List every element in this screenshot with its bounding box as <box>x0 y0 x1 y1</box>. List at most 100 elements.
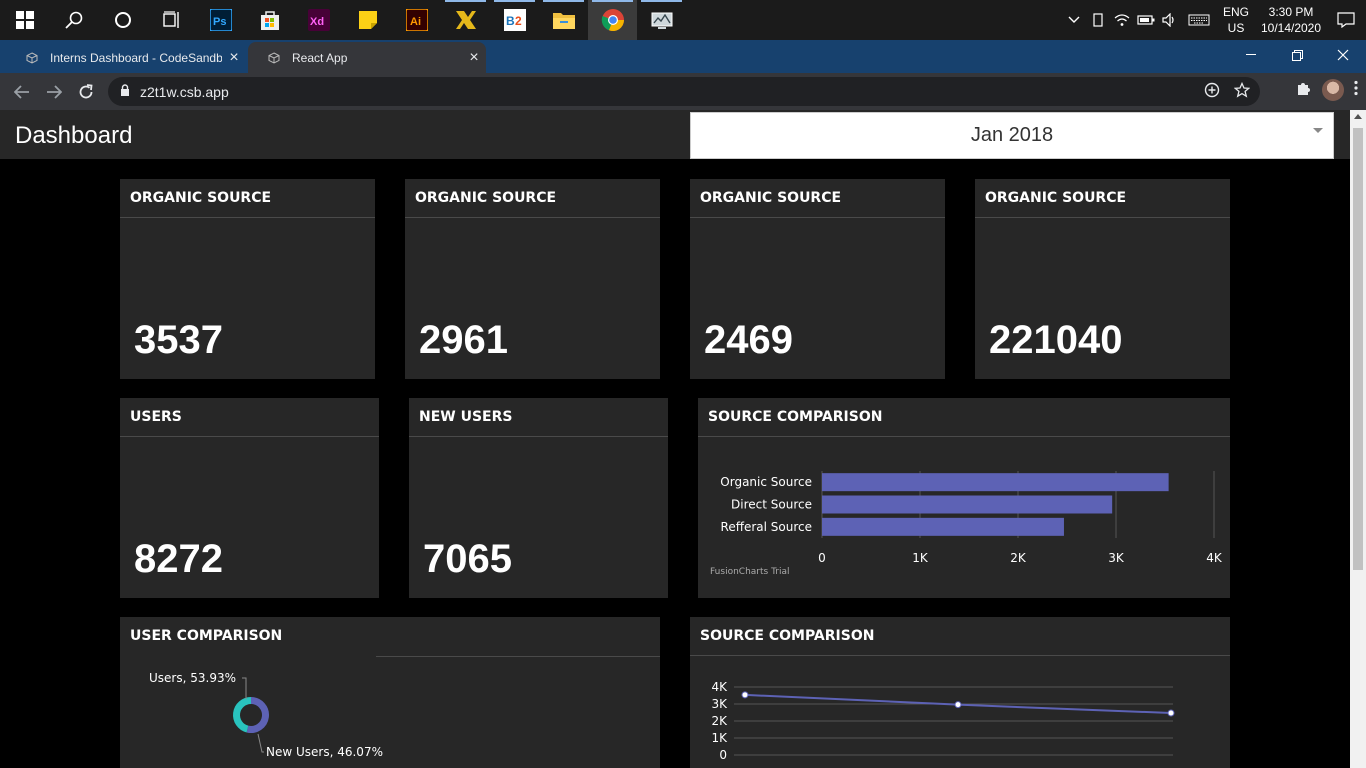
kpi-card: ORGANIC SOURCE 2469 <box>690 179 945 379</box>
data-point <box>1167 709 1175 717</box>
x-tick-label: 2K <box>1010 551 1027 565</box>
label-connector <box>242 677 247 699</box>
back-button[interactable] <box>6 76 38 108</box>
chart-card-title: SOURCE COMPARISON <box>698 398 1230 437</box>
battery-icon[interactable] <box>1134 0 1158 40</box>
kpi-value: 2961 <box>419 318 508 362</box>
forward-button[interactable] <box>38 76 70 108</box>
kpi-card: ORGANIC SOURCE 221040 <box>975 179 1230 379</box>
chevron-up-icon[interactable] <box>1062 0 1086 40</box>
codesandbox-favicon-icon <box>26 51 40 65</box>
category-label: Direct Source <box>731 498 812 512</box>
scrollbar-thumb[interactable] <box>1353 128 1363 570</box>
file-explorer-icon[interactable] <box>539 0 588 40</box>
svg-text:Ps: Ps <box>213 16 226 28</box>
tab-codesandbox[interactable]: Interns Dashboard - CodeSandbox × <box>6 42 246 73</box>
chart-card-title: USER COMPARISON <box>130 628 283 644</box>
store-icon[interactable] <box>245 0 294 40</box>
svg-text:Ai: Ai <box>410 16 421 28</box>
trial-watermark: FusionCharts Trial <box>710 567 789 577</box>
wifi-icon[interactable] <box>1110 0 1134 40</box>
tab-title: Interns Dashboard - CodeSandbox <box>50 50 222 65</box>
month-select[interactable]: Jan 2018 <box>690 112 1334 159</box>
search-icon[interactable] <box>49 0 98 40</box>
notifications-icon[interactable] <box>1326 0 1366 40</box>
language-code: ENG <box>1222 5 1249 19</box>
source-comparison-line-card: SOURCE COMPARISON 4K 3K 2K 1K 0 <box>690 617 1230 768</box>
page-title: Dashboard <box>15 122 133 149</box>
cortana-icon[interactable] <box>98 0 147 40</box>
kpi-value: 8272 <box>134 537 223 581</box>
reload-button[interactable] <box>70 76 102 108</box>
sticky-notes-icon[interactable] <box>343 0 392 40</box>
language-indicator[interactable]: ENG US <box>1216 4 1256 36</box>
photoshop-icon[interactable]: Ps <box>196 0 245 40</box>
close-tab-icon[interactable]: × <box>462 49 486 67</box>
chrome-icon[interactable] <box>588 0 637 40</box>
codesandbox-favicon-icon <box>268 51 282 65</box>
bar <box>822 517 1064 536</box>
users-card: USERS 8272 <box>120 398 379 598</box>
app-b2-icon[interactable]: B2 <box>490 0 539 40</box>
kpi-value: 7065 <box>423 537 512 581</box>
close-window-button[interactable] <box>1320 40 1366 70</box>
task-view-icon[interactable] <box>147 0 196 40</box>
kpi-card: ORGANIC SOURCE 3537 <box>120 179 375 379</box>
bar <box>822 495 1113 514</box>
clock[interactable]: 3:30 PM 10/14/2020 <box>1256 4 1326 36</box>
region-code: US <box>1227 21 1245 35</box>
kpi-card-title: ORGANIC SOURCE <box>690 179 945 218</box>
bar <box>822 473 1169 492</box>
dashboard-header: Dashboard Jan 2018 <box>0 110 1350 159</box>
lock-icon[interactable] <box>120 84 130 99</box>
doughnut-slice <box>233 697 252 733</box>
profile-avatar[interactable] <box>1322 79 1344 101</box>
source-comparison-bar-card: SOURCE COMPARISON 0 1K 2K 3K 4K Organic Sourc… <box>698 398 1230 598</box>
slice-label: Users, 53.93% <box>149 671 236 685</box>
windows-start-icon[interactable] <box>0 0 49 40</box>
volume-icon[interactable] <box>1158 0 1182 40</box>
close-tab-icon[interactable]: × <box>222 49 246 67</box>
kpi-card: ORGANIC SOURCE 2961 <box>405 179 660 379</box>
data-point <box>954 701 962 709</box>
restore-button[interactable] <box>1274 40 1320 70</box>
data-point <box>741 691 749 699</box>
slice-label: New Users, 46.07% <box>266 745 383 759</box>
chevron-down-icon[interactable] <box>1313 128 1323 133</box>
bookmark-star-icon[interactable] <box>1233 81 1251 103</box>
menu-kebab-icon[interactable] <box>1354 80 1358 101</box>
clock-date: 10/14/2020 <box>1260 21 1322 35</box>
clock-time: 3:30 PM <box>1268 5 1314 19</box>
scroll-up-icon[interactable] <box>1354 114 1362 119</box>
tab-react-app[interactable]: React App × <box>248 42 486 73</box>
windows-taskbar: Ps Xd Ai B2 ENG US 3:30 PM 10/14/2020 <box>0 0 1366 40</box>
tablet-icon[interactable] <box>1086 0 1110 40</box>
app-yellow-icon[interactable] <box>441 0 490 40</box>
svg-text:Xd: Xd <box>310 16 324 28</box>
y-tick-label: 3K <box>711 697 728 711</box>
kpi-card-title: USERS <box>120 398 379 437</box>
illustrator-icon[interactable]: Ai <box>392 0 441 40</box>
xd-icon[interactable]: Xd <box>294 0 343 40</box>
x-tick-label: 0 <box>818 551 826 565</box>
keyboard-icon[interactable] <box>1182 0 1216 40</box>
x-tick-label: 3K <box>1108 551 1125 565</box>
page-scrollbar[interactable] <box>1350 110 1366 768</box>
kpi-card-title: ORGANIC SOURCE <box>120 179 375 218</box>
chart-card-title: SOURCE COMPARISON <box>690 617 1230 656</box>
address-bar[interactable]: z2t1w.csb.app <box>108 77 1260 106</box>
y-tick-label: 4K <box>711 680 728 694</box>
add-icon[interactable] <box>1204 82 1220 103</box>
minimize-button[interactable] <box>1228 40 1274 70</box>
app-monitor-icon[interactable] <box>637 0 686 40</box>
user-comparison-card: USER COMPARISON Users, 53.93% New Users, … <box>120 617 660 768</box>
new-users-card: NEW USERS 7065 <box>409 398 668 598</box>
y-tick-label: 2K <box>711 714 728 728</box>
month-select-value: Jan 2018 <box>970 124 1054 146</box>
extensions-puzzle-icon[interactable] <box>1296 80 1312 101</box>
tab-title: React App <box>292 50 348 65</box>
kpi-value: 2469 <box>704 318 793 362</box>
svg-text:2: 2 <box>515 14 522 28</box>
browser-tab-strip: Interns Dashboard - CodeSandbox × React … <box>0 40 1366 107</box>
category-label: Organic Source <box>720 475 812 489</box>
